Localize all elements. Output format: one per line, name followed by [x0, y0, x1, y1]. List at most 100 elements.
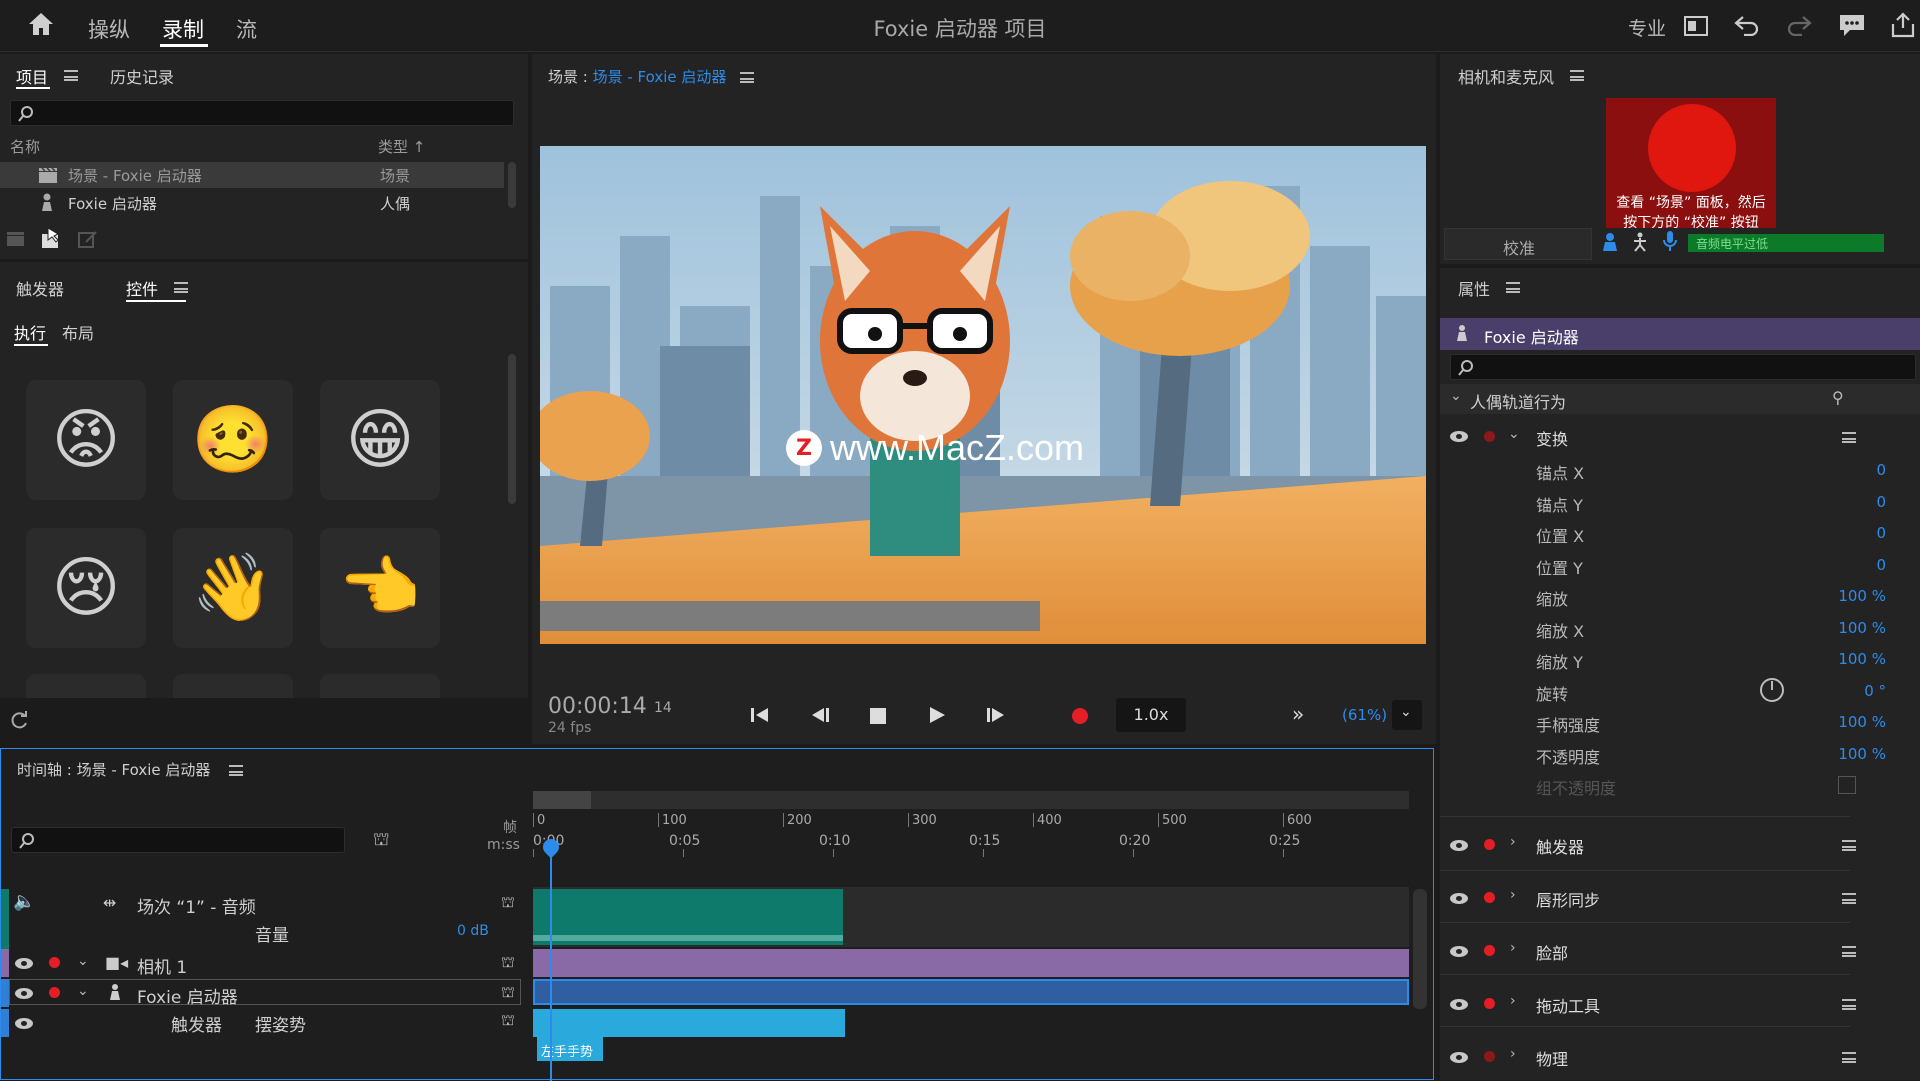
trigger-point-button[interactable]: 👈 — [320, 528, 440, 648]
microphone-icon[interactable] — [1662, 230, 1678, 252]
face-tracking-icon[interactable] — [1602, 232, 1618, 252]
record-arm-icon[interactable] — [1484, 892, 1495, 903]
project-row[interactable]: Foxie 启动器 人偶 — [0, 190, 504, 216]
timeline-menu-icon[interactable] — [229, 765, 243, 776]
prop-value[interactable]: 0 — [1770, 493, 1886, 511]
scene-menu-icon[interactable] — [740, 72, 754, 83]
record-arm-icon[interactable] — [1484, 431, 1495, 442]
camera-mic-menu-icon[interactable] — [1570, 70, 1584, 81]
record-arm-icon[interactable] — [1484, 1051, 1495, 1062]
controls-scrollbar[interactable] — [508, 354, 516, 504]
timeline-lock-icon[interactable]: ⛫ — [373, 829, 390, 853]
trigger-wave-button[interactable]: 👋 — [173, 528, 293, 648]
chevron-right-icon[interactable]: › — [1510, 834, 1516, 850]
behaviors-section-header[interactable]: ⌄ 人偶轨道行为 ⚲ — [1440, 384, 1920, 414]
properties-search-input[interactable] — [1450, 354, 1916, 380]
behavior-menu-icon[interactable] — [1842, 946, 1856, 957]
camera-clip[interactable] — [533, 949, 1409, 977]
timeline-scroll-track[interactable] — [533, 791, 1409, 809]
volume-value[interactable]: 0 dB — [457, 923, 489, 939]
record-arm-icon[interactable] — [1484, 998, 1495, 1009]
zoom-level[interactable]: (61%) — [1342, 706, 1387, 724]
scene-stage[interactable] — [540, 146, 1426, 644]
timeline-scroll-thumb[interactable] — [533, 791, 591, 809]
trigger-sad-button[interactable]: 😢 — [26, 528, 146, 648]
behavior-menu-icon[interactable] — [1842, 999, 1856, 1010]
behavior-menu-icon[interactable] — [1842, 1052, 1856, 1063]
project-row[interactable]: 场景 - Foxie 启动器 场景 — [0, 162, 504, 188]
record-arm-icon[interactable] — [1484, 839, 1495, 850]
column-type-header[interactable]: 类型 ↑ — [378, 136, 425, 157]
workspace-icon[interactable] — [1684, 16, 1708, 36]
chevron-right-icon[interactable]: › — [1510, 940, 1516, 956]
go-to-start-icon[interactable] — [750, 706, 770, 724]
calibrate-button[interactable]: 校准 — [1444, 228, 1592, 260]
prop-value[interactable]: 100 % — [1770, 587, 1886, 605]
record-arm-icon[interactable] — [1484, 945, 1495, 956]
trigger-tile-partial[interactable] — [173, 674, 293, 698]
group-opacity-checkbox[interactable] — [1838, 776, 1856, 794]
transform-menu-icon[interactable] — [1842, 432, 1856, 443]
track-lock-icon[interactable]: ⛫ — [501, 953, 515, 973]
trigger-blush-button[interactable]: 🥴 — [173, 380, 293, 500]
add-behavior-icon[interactable]: ⚲ — [1832, 388, 1844, 407]
controls-menu-icon[interactable] — [174, 282, 188, 293]
timeline-ruler[interactable]: 01002003004005006000:000:050:100:150:200… — [533, 813, 1409, 857]
project-scrollbar[interactable] — [508, 162, 516, 208]
eye-icon[interactable] — [15, 958, 33, 969]
expand-controls-icon[interactable]: » — [1292, 702, 1304, 726]
playback-speed-button[interactable]: 1.0x — [1116, 698, 1186, 732]
subtab-perform[interactable]: 执行 — [14, 320, 46, 344]
trigger-tile-partial[interactable] — [26, 674, 146, 698]
prop-value[interactable]: 100 % — [1770, 650, 1886, 668]
prop-value[interactable]: 100 % — [1770, 619, 1886, 637]
properties-menu-icon[interactable] — [1506, 282, 1520, 293]
track-lock-icon[interactable]: ⛫ — [501, 983, 515, 1003]
subtab-layout[interactable]: 布局 — [62, 320, 94, 344]
zoom-dropdown[interactable]: ⌄ — [1392, 700, 1422, 730]
prop-value[interactable]: 100 % — [1770, 713, 1886, 731]
scene-name-link[interactable]: 场景 - Foxie 启动器 — [593, 68, 727, 86]
feedback-icon[interactable] — [1838, 13, 1866, 37]
chevron-down-icon[interactable]: ⌄ — [77, 983, 89, 999]
eye-icon[interactable] — [1450, 999, 1468, 1010]
edit-icon[interactable] — [78, 230, 98, 248]
step-back-icon[interactable] — [810, 706, 830, 724]
share-icon[interactable] — [1890, 12, 1916, 38]
body-tracking-icon[interactable] — [1632, 232, 1648, 252]
column-name-header[interactable]: 名称 — [10, 136, 40, 157]
new-scene-icon[interactable] — [6, 230, 26, 248]
stop-icon[interactable] — [870, 708, 886, 724]
step-forward-icon[interactable] — [986, 706, 1006, 724]
track-lock-icon[interactable]: ⛫ — [501, 893, 515, 913]
track-lock-icon[interactable]: ⛫ — [501, 1011, 515, 1031]
eye-icon[interactable] — [1450, 1052, 1468, 1063]
trigger-tile-partial[interactable] — [320, 674, 440, 698]
trigger-clip[interactable] — [533, 1009, 845, 1037]
timeline-vertical-scrollbar[interactable] — [1413, 889, 1427, 1009]
record-button[interactable] — [1072, 708, 1088, 724]
record-arm-icon[interactable] — [49, 957, 60, 968]
project-menu-icon[interactable] — [64, 70, 78, 81]
tab-project[interactable]: 项目 — [16, 64, 48, 88]
chevron-down-icon[interactable]: ⌄ — [77, 953, 89, 969]
chevron-right-icon[interactable]: › — [1510, 887, 1516, 903]
trigger-angry-button[interactable]: 😡 — [26, 380, 146, 500]
puppet-clip[interactable] — [533, 979, 1409, 1005]
behavior-menu-icon[interactable] — [1842, 893, 1856, 904]
playhead[interactable] — [550, 845, 552, 1081]
tab-triggers[interactable]: 触发器 — [16, 276, 64, 300]
tab-history[interactable]: 历史记录 — [110, 64, 174, 88]
eye-icon[interactable] — [1450, 840, 1468, 851]
redo-icon[interactable] — [1786, 14, 1812, 36]
record-arm-icon[interactable] — [49, 987, 60, 998]
eye-icon[interactable] — [1450, 893, 1468, 904]
play-icon[interactable] — [928, 706, 946, 724]
audio-clip[interactable] — [533, 889, 843, 945]
behavior-menu-icon[interactable] — [1842, 840, 1856, 851]
refresh-icon[interactable] — [8, 710, 30, 732]
import-icon[interactable] — [40, 226, 62, 250]
eye-icon[interactable] — [15, 988, 33, 999]
prop-value[interactable]: 0 ° — [1770, 682, 1886, 700]
chevron-right-icon[interactable]: › — [1510, 993, 1516, 1009]
